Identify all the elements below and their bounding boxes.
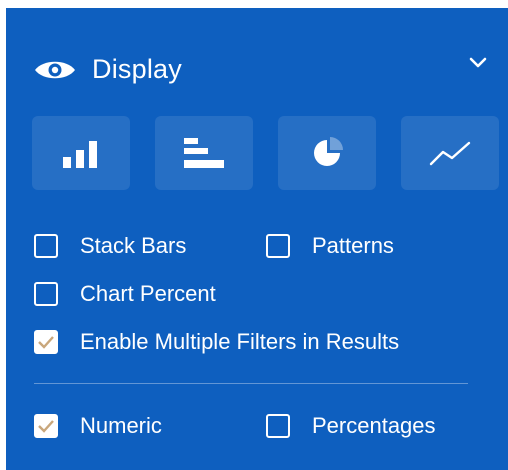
line-chart-icon — [429, 141, 471, 166]
enable-multiple-filters-label: Enable Multiple Filters in Results — [80, 329, 400, 354]
eye-icon — [34, 57, 76, 83]
panel-title: Display — [92, 54, 182, 84]
numeric-checkbox[interactable]: Numeric — [34, 413, 266, 439]
line-chart-button[interactable] — [401, 116, 499, 190]
percentages-checkbox[interactable]: Percentages — [266, 413, 436, 439]
bar-chart-icon — [184, 138, 224, 168]
stack-bars-checkbox[interactable]: Stack Bars — [34, 233, 266, 259]
option-row: Numeric Percentages — [34, 402, 436, 450]
option-row: Enable Multiple Filters in Results — [34, 318, 436, 366]
enable-multiple-filters-checkbox[interactable]: Enable Multiple Filters in Results — [34, 329, 399, 355]
patterns-label: Patterns — [312, 233, 394, 258]
chart-type-selector — [32, 116, 499, 190]
pie-chart-icon — [314, 137, 343, 166]
patterns-checkbox[interactable]: Patterns — [266, 233, 394, 259]
display-panel: Display Stack Bars Patterns Chart Percen… — [6, 8, 508, 470]
checkbox-box[interactable] — [34, 282, 58, 306]
checkbox-box[interactable] — [266, 414, 290, 438]
pie-chart-button[interactable] — [278, 116, 376, 190]
display-options: Stack Bars Patterns Chart Percent Enable… — [34, 222, 436, 450]
checkbox-box[interactable] — [34, 414, 58, 438]
checkbox-box[interactable] — [266, 234, 290, 258]
check-mark-icon — [38, 420, 54, 433]
check-mark-icon — [38, 336, 54, 349]
option-row: Chart Percent — [34, 270, 436, 318]
column-chart-button[interactable] — [32, 116, 130, 190]
chart-percent-checkbox[interactable]: Chart Percent — [34, 281, 216, 307]
stack-bars-label: Stack Bars — [80, 233, 187, 258]
bar-chart-button[interactable] — [155, 116, 253, 190]
column-chart-icon — [63, 141, 97, 168]
checkbox-box[interactable] — [34, 330, 58, 354]
numeric-label: Numeric — [80, 413, 162, 438]
option-row: Stack Bars Patterns — [34, 222, 436, 270]
chart-percent-label: Chart Percent — [80, 281, 216, 306]
chevron-down-icon[interactable] — [468, 56, 488, 70]
section-divider — [34, 383, 468, 384]
percentages-label: Percentages — [312, 413, 436, 438]
panel-header: Display — [34, 54, 182, 85]
checkbox-box[interactable] — [34, 234, 58, 258]
